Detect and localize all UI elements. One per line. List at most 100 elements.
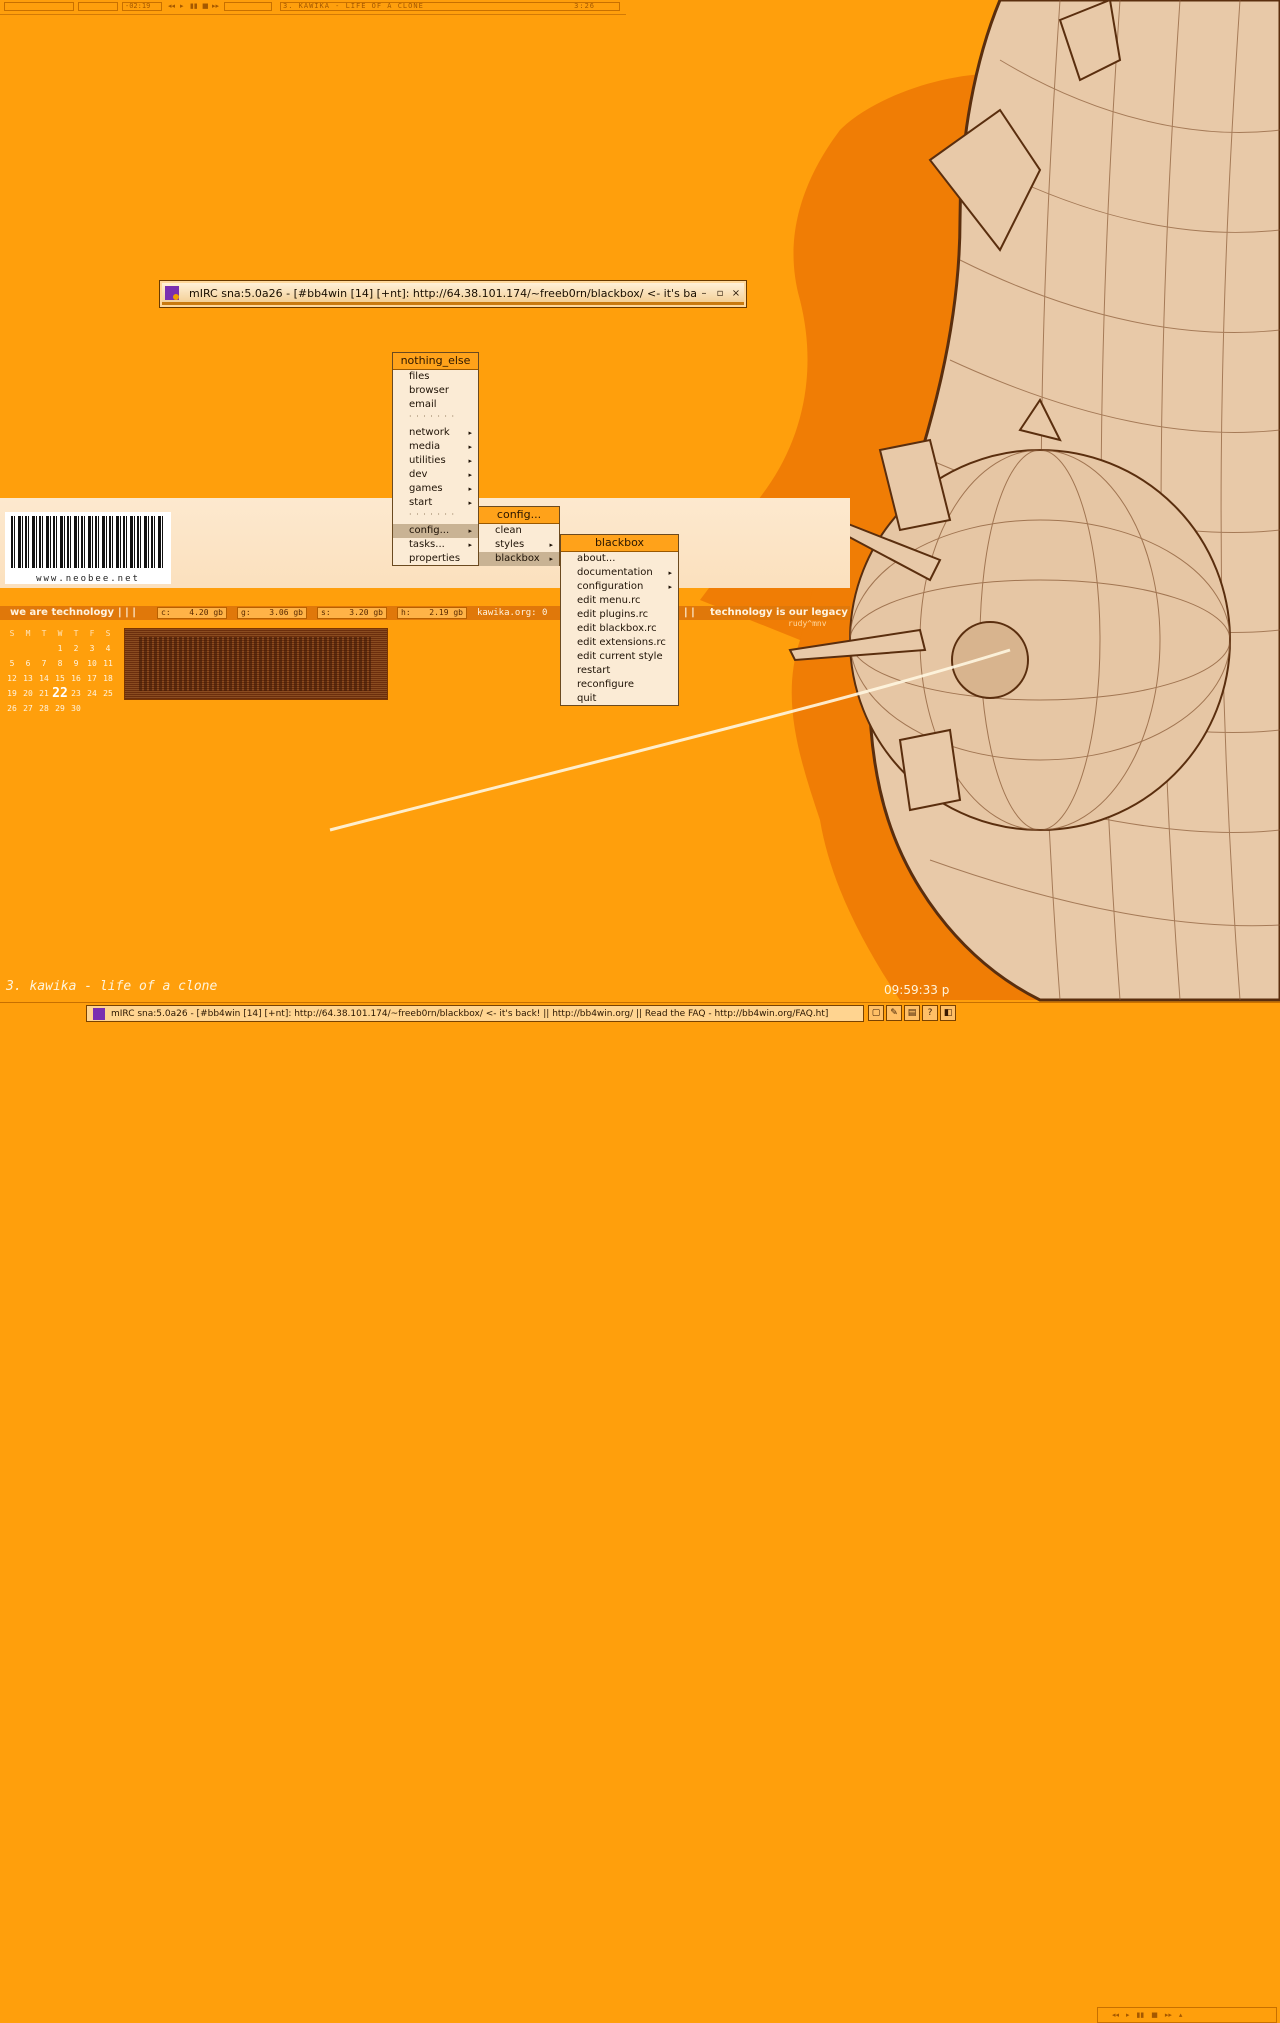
calendar-day-header: W [57,629,63,638]
menu-item-styles[interactable]: styles ▸ [479,538,559,552]
menu-item-label: about... [577,553,616,564]
menu-item-label: email [409,399,437,410]
menu-item-start[interactable]: start ▸ [393,496,478,510]
mirc-titlebar[interactable]: mIRC sna:5.0a26 - [#bb4win [14] [+nt]: h… [162,283,744,304]
menu-item-edit-blackbox-rc[interactable]: edit blackbox.rc [561,622,678,636]
menu-item-label: clean [495,525,522,536]
exit-icon[interactable]: ◧ [940,1005,956,1021]
taskbar-task-mirc[interactable]: mIRC sna:5.0a26 - [#bb4win [14] [+nt]: h… [86,1005,864,1022]
calendar-day: 10 [87,659,97,668]
calendar-day [20,641,36,656]
menu-item-network[interactable]: network ▸ [393,426,478,440]
menu-item-label: network [409,427,450,438]
mirc-app-icon[interactable] [165,286,179,300]
menu-item-email[interactable]: email [393,398,478,412]
menu-item-edit-plugins-rc[interactable]: edit plugins.rc [561,608,678,622]
calendar-day: 24 [87,689,97,698]
progress-field[interactable] [78,2,118,11]
calendar-day-header: S [9,629,15,638]
task-title: mIRC sna:5.0a26 - [#bb4win [14] [+nt]: h… [111,1008,829,1019]
menu-item-label: configuration [577,581,644,592]
pen-icon[interactable]: ✎ [886,1005,902,1021]
menu-item-blackbox[interactable]: blackbox ▸ [479,552,559,566]
mini-pause-button[interactable]: ▮▮ [1137,2011,1145,2019]
barcode-logo: www.neobee.net [5,512,171,584]
submenu-arrow-icon: ▸ [549,541,553,549]
calendar-day: 20 [23,689,33,698]
pause-button[interactable]: ▮▮ [190,2,198,10]
calendar-day: 2 [73,644,79,653]
calendar-day [100,701,116,716]
help-icon[interactable]: ? [922,1005,938,1021]
menu-item-restart[interactable]: restart [561,664,678,678]
calendar-day: 30 [71,704,81,713]
play-button[interactable]: ▸ [180,2,184,10]
volume-slider[interactable] [224,2,272,11]
root-menu-title[interactable]: nothing_else [393,353,478,370]
mini-prev-button[interactable]: ◂◂ [1112,2011,1119,2019]
submenu-arrow-icon: ▸ [468,541,472,549]
menu-item-files[interactable]: files [393,370,478,384]
blackbox-menu-title[interactable]: blackbox [561,535,678,552]
menu-item-configuration[interactable]: configuration ▸ [561,580,678,594]
calendar-day: 7 [41,659,47,668]
calendar-day: 21 [39,689,49,698]
drive-letter: s: [321,608,331,617]
barcode-url: www.neobee.net [36,574,140,584]
calendar-day: 18 [103,674,113,683]
mini-eject-button[interactable]: ▴ [1179,2011,1183,2019]
barcode-bars [11,516,165,568]
now-playing-title: 3. KAWIKA - LIFE OF A CLONE 3:26 [280,2,620,11]
config-menu-title[interactable]: config... [479,507,559,524]
menu-item-edit-current-style[interactable]: edit current style [561,650,678,664]
submenu-arrow-icon: ▸ [668,569,672,577]
menu-item-label: restart [577,665,611,676]
calendar-day-header: T [73,629,79,638]
next-button[interactable]: ▸▸ [212,2,219,10]
menu-item-dev[interactable]: dev ▸ [393,468,478,482]
minimize-button[interactable]: – [696,288,712,299]
menu-item-about[interactable]: about... [561,552,678,566]
drive-size: 3.06 gb [269,608,303,617]
menu-item-documentation[interactable]: documentation ▸ [561,566,678,580]
restore-button[interactable]: ▫ [712,288,728,299]
window-icon[interactable]: ▢ [868,1005,884,1021]
top-player-bar: -02:19 ◂◂ ▸ ▮▮ ■ ▸▸ 3. KAWIKA - LIFE OF … [0,0,626,15]
mini-stop-button[interactable]: ■ [1151,2011,1158,2019]
taskbar: mIRC sna:5.0a26 - [#bb4win [14] [+nt]: h… [0,1002,1280,2023]
calendar-day [84,701,100,716]
calendar-day: 29 [55,704,65,713]
menu-item-label: dev [409,469,428,480]
menu-item-reconfigure[interactable]: reconfigure [561,678,678,692]
submenu-arrow-icon: ▸ [468,457,472,465]
close-button[interactable]: × [728,288,744,299]
mirc-task-icon [93,1007,105,1020]
system-tray: ▢ ✎ ▤ ? ◧ [868,1005,956,1021]
menu-item-label: config... [409,525,450,536]
mini-play-button[interactable]: ▸ [1126,2011,1130,2019]
stop-button[interactable]: ■ [202,2,209,10]
menu-item-config[interactable]: config... ▸ [393,524,478,538]
time-field: -02:19 [122,2,162,11]
menu-separator: · · · · · · · [409,412,456,421]
image-icon[interactable]: ▤ [904,1005,920,1021]
calendar-day: 14 [39,674,49,683]
menu-item-label: utilities [409,455,446,466]
calendar-week: 19 20 21 22 23 24 25 [4,686,116,701]
menu-item-games[interactable]: games ▸ [393,482,478,496]
menu-item-edit-extensions-rc[interactable]: edit extensions.rc [561,636,678,650]
menu-item-clean[interactable]: clean [479,524,559,538]
menu-item-quit[interactable]: quit [561,692,678,706]
menu-item-media[interactable]: media ▸ [393,440,478,454]
track-field[interactable] [4,2,74,11]
prev-button[interactable]: ◂◂ [168,2,175,10]
root-menu: nothing_else files browser email · · · ·… [392,352,479,566]
calendar-day: 28 [39,704,49,713]
menu-item-utilities[interactable]: utilities ▸ [393,454,478,468]
menu-item-browser[interactable]: browser [393,384,478,398]
mini-next-button[interactable]: ▸▸ [1165,2011,1172,2019]
menu-item-tasks[interactable]: tasks... ▸ [393,538,478,552]
menu-item-edit-menu-rc[interactable]: edit menu.rc [561,594,678,608]
submenu-arrow-icon: ▸ [468,443,472,451]
menu-item-properties[interactable]: properties [393,552,478,566]
